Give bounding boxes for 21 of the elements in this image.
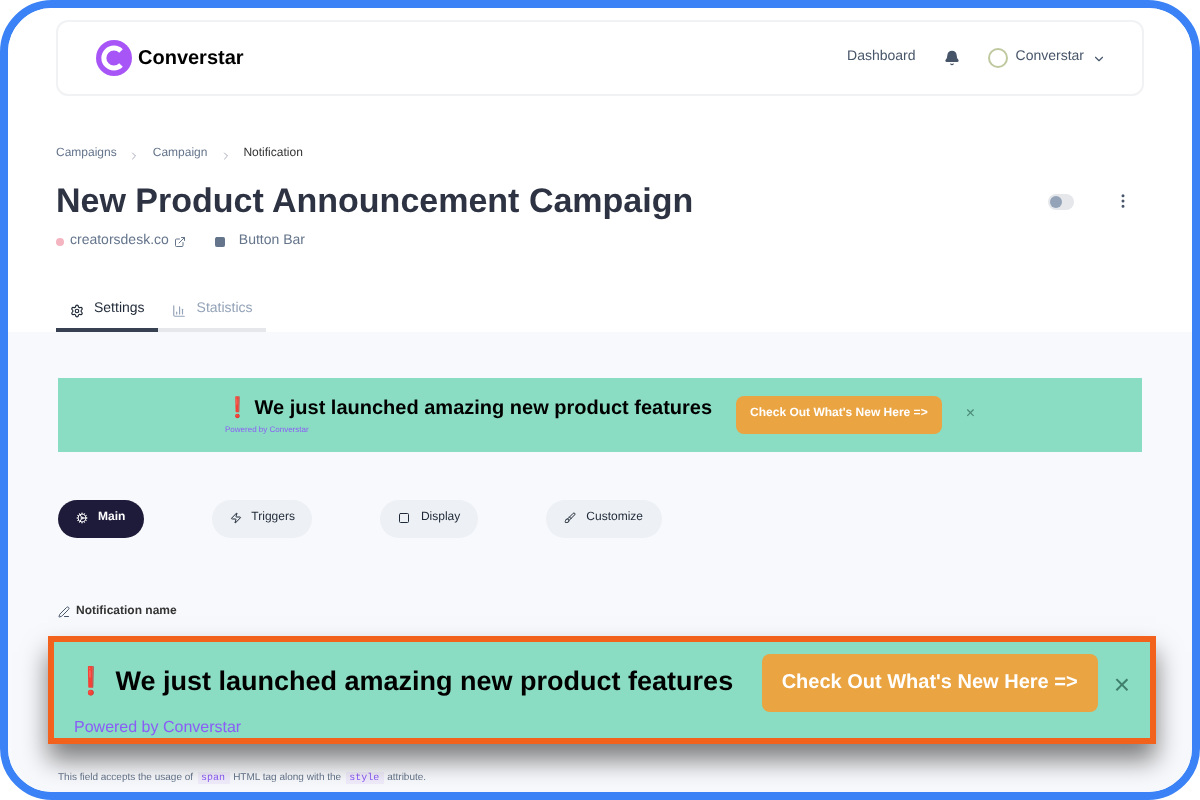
toggle-switch[interactable] [1048,193,1074,210]
avatar-icon [987,48,1008,68]
label-icon [58,606,70,618]
powered-by-text: Powered by Converstar [74,716,242,740]
brand-name: Converstar [138,45,244,73]
brush-icon [564,512,577,524]
widget-icon [214,235,227,248]
chevron-icon [219,149,232,161]
gear-icon [70,303,84,318]
chevron-icon [128,149,141,161]
lightning-icon [229,512,242,524]
bar-chart-icon [172,303,187,318]
external-link-icon[interactable] [174,235,187,248]
gear-icon [76,512,88,524]
bell-icon[interactable] [943,50,960,66]
announcement-text: ❗ We just launched amazing new product features [225,394,713,423]
logo-icon [94,38,134,78]
page-title: New Product Announcement Campaign [56,180,694,224]
square-icon [398,512,411,524]
announcement-text: ❗ We just launched amazing new product features [74,664,734,701]
caret-icon[interactable] [1092,51,1106,65]
